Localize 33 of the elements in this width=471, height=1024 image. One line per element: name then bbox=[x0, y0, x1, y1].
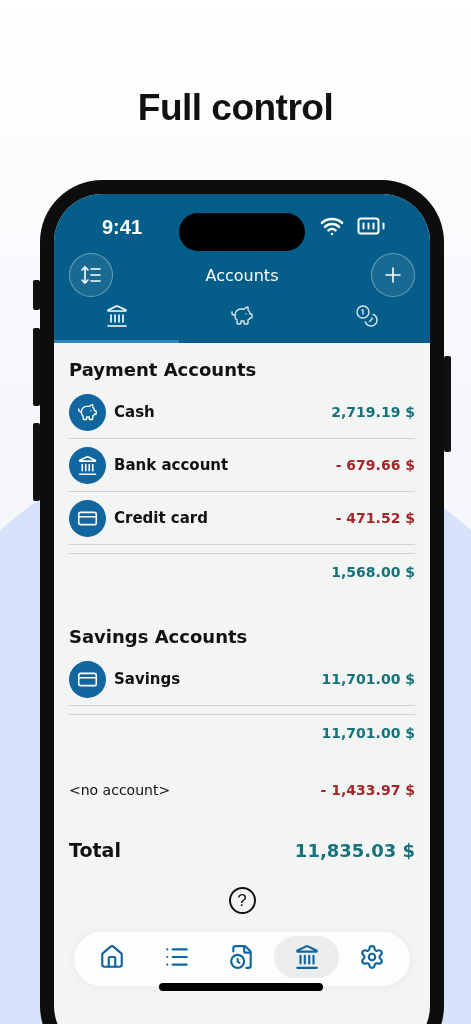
section-title: Savings Accounts bbox=[69, 626, 249, 647]
sort-button[interactable] bbox=[69, 253, 113, 297]
no-account-label: <no account> bbox=[69, 782, 171, 798]
account-name[interactable]: Bank account bbox=[114, 456, 336, 474]
section-title: Payment Accounts bbox=[69, 359, 258, 380]
settings-icon bbox=[358, 944, 385, 970]
account-name[interactable]: Cash bbox=[114, 403, 332, 421]
account-amount: 2,719.19 $ bbox=[331, 404, 415, 420]
bank-icon bbox=[77, 454, 98, 476]
headline: Full control bbox=[136, 86, 335, 130]
account-amount: - 471.52 $ bbox=[335, 510, 415, 526]
account-name[interactable]: Savings bbox=[114, 670, 322, 688]
subtotal-amount: 1,568.00 $ bbox=[331, 564, 415, 580]
piggy-bank-icon bbox=[230, 304, 254, 328]
account-name[interactable]: Credit card bbox=[114, 509, 336, 527]
total-label: Total bbox=[69, 839, 121, 861]
piggy-bank-icon bbox=[77, 401, 98, 423]
account-amount: 11,701.00 $ bbox=[321, 671, 415, 687]
account-amount: - 679.66 $ bbox=[335, 457, 415, 473]
add-button[interactable] bbox=[371, 253, 415, 297]
bank-icon bbox=[293, 944, 320, 970]
home-icon bbox=[99, 944, 126, 970]
total-amount: 11,835.03 $ bbox=[294, 839, 415, 861]
header-title: Accounts bbox=[205, 265, 279, 285]
document-clock-icon bbox=[229, 944, 255, 970]
bank-icon bbox=[104, 304, 129, 328]
status-time: 9:41 bbox=[102, 214, 143, 239]
no-account-amount: - 1,433.97 $ bbox=[320, 782, 415, 798]
coins-icon bbox=[355, 304, 380, 328]
nav-button[interactable] bbox=[274, 936, 340, 978]
subtotal-amount: 11,701.00 $ bbox=[321, 725, 415, 741]
help-button[interactable]: ? bbox=[228, 887, 256, 914]
sort-icon bbox=[80, 265, 102, 285]
